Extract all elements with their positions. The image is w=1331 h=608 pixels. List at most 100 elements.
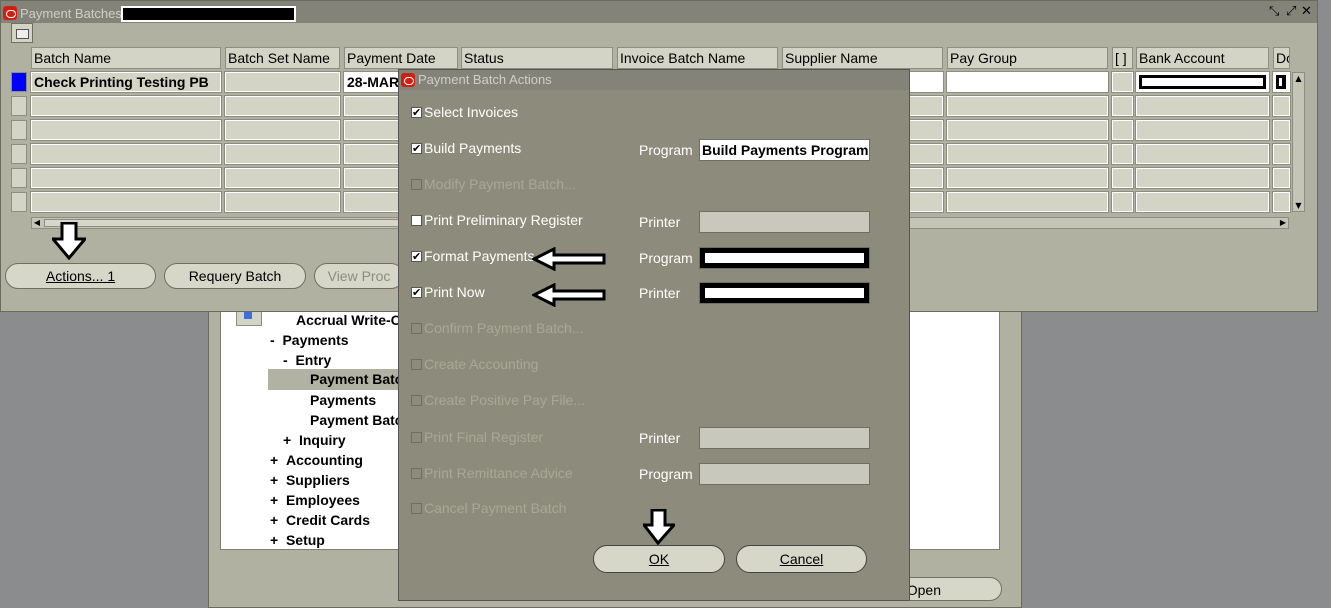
print-remittance-advice-checkbox[interactable] — [411, 468, 422, 479]
table-cell[interactable] — [224, 143, 341, 165]
build-payments-checkbox[interactable]: ✔ — [411, 143, 422, 154]
horizontal-scroll-thumb[interactable] — [44, 219, 416, 227]
maximize-icon[interactable]: ⤢ — [1286, 4, 1296, 19]
table-cell[interactable] — [946, 95, 1109, 117]
cancel-payment-batch-checkbox[interactable] — [411, 503, 422, 514]
table-cell[interactable] — [1272, 191, 1291, 213]
tree-item-inquiry[interactable]: + Inquiry — [283, 432, 346, 448]
modify-payment-batch-checkbox[interactable] — [411, 179, 422, 190]
table-cell[interactable] — [343, 119, 405, 141]
table-cell[interactable] — [30, 119, 222, 141]
table-cell[interactable] — [343, 143, 405, 165]
dff-cell[interactable] — [1111, 71, 1134, 93]
table-cell[interactable] — [1272, 143, 1291, 165]
col-header-dff[interactable]: [ ] — [1112, 47, 1133, 69]
table-cell[interactable] — [1111, 119, 1134, 141]
table-cell[interactable] — [224, 191, 341, 213]
table-cell[interactable] — [908, 167, 944, 189]
table-cell[interactable] — [946, 143, 1109, 165]
table-cell[interactable] — [30, 167, 222, 189]
tree-item-payments[interactable]: - Payments — [270, 332, 349, 348]
table-cell[interactable] — [1135, 95, 1270, 117]
print-now-checkbox[interactable]: ✔ — [411, 287, 422, 298]
row-indicator-current[interactable] — [11, 72, 27, 92]
col-header-payment-date[interactable]: Payment Date — [344, 47, 458, 69]
table-cell[interactable] — [1272, 119, 1291, 141]
table-cell[interactable] — [30, 95, 222, 117]
table-cell[interactable] — [224, 95, 341, 117]
actions-button[interactable]: Actions... 1 — [5, 263, 156, 289]
bank-account-cell[interactable] — [1135, 71, 1270, 93]
remittance-program-field[interactable] — [699, 463, 870, 485]
table-cell[interactable] — [1111, 143, 1134, 165]
cancel-button[interactable]: Cancel — [736, 545, 867, 573]
table-cell[interactable] — [946, 167, 1109, 189]
table-cell[interactable] — [224, 119, 341, 141]
col-header-status[interactable]: Status — [461, 47, 613, 69]
row-indicator[interactable] — [11, 192, 27, 212]
col-header-do[interactable]: Do — [1273, 47, 1290, 69]
payment-date-cell[interactable]: 28-MAR- — [343, 71, 405, 93]
col-header-bank-account[interactable]: Bank Account — [1136, 47, 1269, 69]
col-header-invoice-batch-name[interactable]: Invoice Batch Name — [617, 47, 778, 69]
table-cell[interactable] — [908, 95, 944, 117]
select-invoices-checkbox[interactable]: ✔ — [411, 107, 422, 118]
scroll-left-icon[interactable]: ◀ — [32, 218, 42, 228]
supplier-name-cell[interactable] — [908, 71, 944, 93]
table-cell[interactable] — [30, 191, 222, 213]
print-preliminary-register-checkbox[interactable] — [411, 215, 422, 226]
close-icon[interactable]: ✕ — [1301, 4, 1312, 19]
table-cell[interactable] — [1135, 167, 1270, 189]
view-button[interactable]: View Proc — [314, 263, 404, 289]
vertical-scrollbar[interactable]: ▲ ▼ — [1292, 72, 1305, 212]
tree-item-employees[interactable]: + Employees — [270, 492, 360, 508]
create-positive-pay-file-checkbox[interactable] — [411, 395, 422, 406]
pay-group-cell[interactable] — [946, 71, 1109, 93]
tree-item-payment-batches-selected[interactable]: Payment Batc — [268, 369, 403, 390]
col-header-batch-set-name[interactable]: Batch Set Name — [225, 47, 340, 69]
tree-item-setup[interactable]: + Setup — [270, 532, 325, 548]
col-header-batch-name[interactable]: Batch Name — [31, 47, 221, 69]
minimize-icon[interactable]: ⤡ — [1269, 4, 1279, 19]
table-cell[interactable] — [1111, 167, 1134, 189]
tree-item-accrual[interactable]: Accrual Write-O — [296, 312, 402, 328]
row-indicator[interactable] — [11, 96, 27, 116]
do-cell[interactable] — [1272, 71, 1291, 93]
scroll-right-icon[interactable]: ▶ — [1278, 218, 1288, 228]
table-cell[interactable] — [908, 191, 944, 213]
ok-button[interactable]: OK — [593, 545, 725, 573]
tree-item-payments-entry[interactable]: Payments — [310, 392, 376, 408]
table-cell[interactable] — [946, 191, 1109, 213]
table-cell[interactable] — [1272, 95, 1291, 117]
scroll-down-icon[interactable]: ▼ — [1293, 200, 1304, 211]
create-accounting-checkbox[interactable] — [411, 359, 422, 370]
table-cell[interactable] — [1135, 143, 1270, 165]
build-payments-program-field[interactable]: Build Payments Program — [699, 139, 870, 161]
table-cell[interactable] — [1111, 191, 1134, 213]
format-payments-program-field[interactable] — [699, 247, 870, 269]
table-cell[interactable] — [343, 167, 405, 189]
final-register-printer-field[interactable] — [699, 427, 870, 449]
print-final-register-checkbox[interactable] — [411, 432, 422, 443]
row-indicator[interactable] — [11, 144, 27, 164]
table-cell[interactable] — [343, 191, 405, 213]
table-cell[interactable] — [30, 143, 222, 165]
table-cell[interactable] — [224, 167, 341, 189]
confirm-payment-batch-checkbox[interactable] — [411, 323, 422, 334]
batch-name-cell[interactable]: Check Printing Testing PB — [30, 71, 222, 93]
folder-button[interactable] — [11, 23, 33, 43]
table-cell[interactable] — [1272, 167, 1291, 189]
format-payments-checkbox[interactable]: ✔ — [411, 251, 422, 262]
batch-set-name-cell[interactable] — [224, 71, 341, 93]
preliminary-printer-field[interactable] — [699, 211, 870, 233]
col-header-pay-group[interactable]: Pay Group — [947, 47, 1108, 69]
table-cell[interactable] — [1135, 191, 1270, 213]
col-header-supplier-name[interactable]: Supplier Name — [782, 47, 943, 69]
tree-item-suppliers[interactable]: + Suppliers — [270, 472, 350, 488]
print-now-printer-field[interactable] — [699, 282, 870, 304]
scroll-up-icon[interactable]: ▲ — [1293, 73, 1304, 84]
tree-item-credit-cards[interactable]: + Credit Cards — [270, 512, 370, 528]
tree-item-payment-batch-sets[interactable]: Payment Batc — [310, 412, 403, 428]
requery-batch-button[interactable]: Requery Batch — [164, 263, 306, 289]
row-indicator[interactable] — [11, 120, 27, 140]
